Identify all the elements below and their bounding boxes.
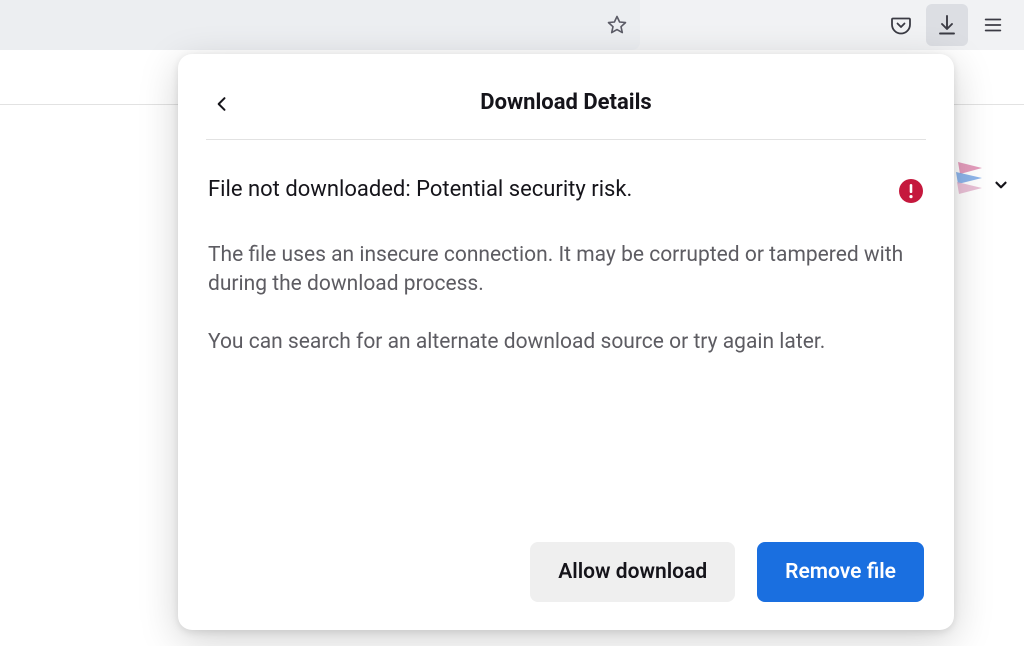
download-details-panel: Download Details File not downloaded: Po… <box>178 54 954 630</box>
address-bar-area <box>0 0 640 50</box>
exclamation-icon <box>898 178 924 204</box>
remove-file-button[interactable]: Remove file <box>757 542 924 602</box>
bookmark-button[interactable] <box>602 10 632 40</box>
downloads-button[interactable] <box>926 4 968 46</box>
app-menu-button[interactable] <box>972 4 1014 46</box>
warning-heading: File not downloaded: Potential security … <box>208 176 632 205</box>
decorative-flags <box>954 160 984 200</box>
chevron-left-icon <box>212 94 232 114</box>
download-icon <box>935 13 959 37</box>
allow-download-button[interactable]: Allow download <box>530 542 735 602</box>
toolbar-actions <box>880 0 1024 50</box>
warning-text-1: The file uses an insecure connection. It… <box>208 241 908 301</box>
panel-body: File not downloaded: Potential security … <box>208 140 924 522</box>
warning-description: The file uses an insecure connection. It… <box>208 241 908 358</box>
panel-header: Download Details <box>208 78 924 139</box>
hamburger-icon <box>982 14 1004 36</box>
expand-button[interactable] <box>990 174 1012 196</box>
warning-badge <box>898 178 924 204</box>
chevron-down-icon <box>992 176 1010 194</box>
back-button[interactable] <box>206 88 238 120</box>
star-icon <box>605 13 629 37</box>
browser-toolbar <box>0 0 1024 50</box>
pocket-icon <box>889 13 913 37</box>
pocket-button[interactable] <box>880 4 922 46</box>
warning-text-2: You can search for an alternate download… <box>208 328 908 358</box>
panel-title: Download Details <box>480 90 651 115</box>
panel-footer: Allow download Remove file <box>208 522 924 602</box>
